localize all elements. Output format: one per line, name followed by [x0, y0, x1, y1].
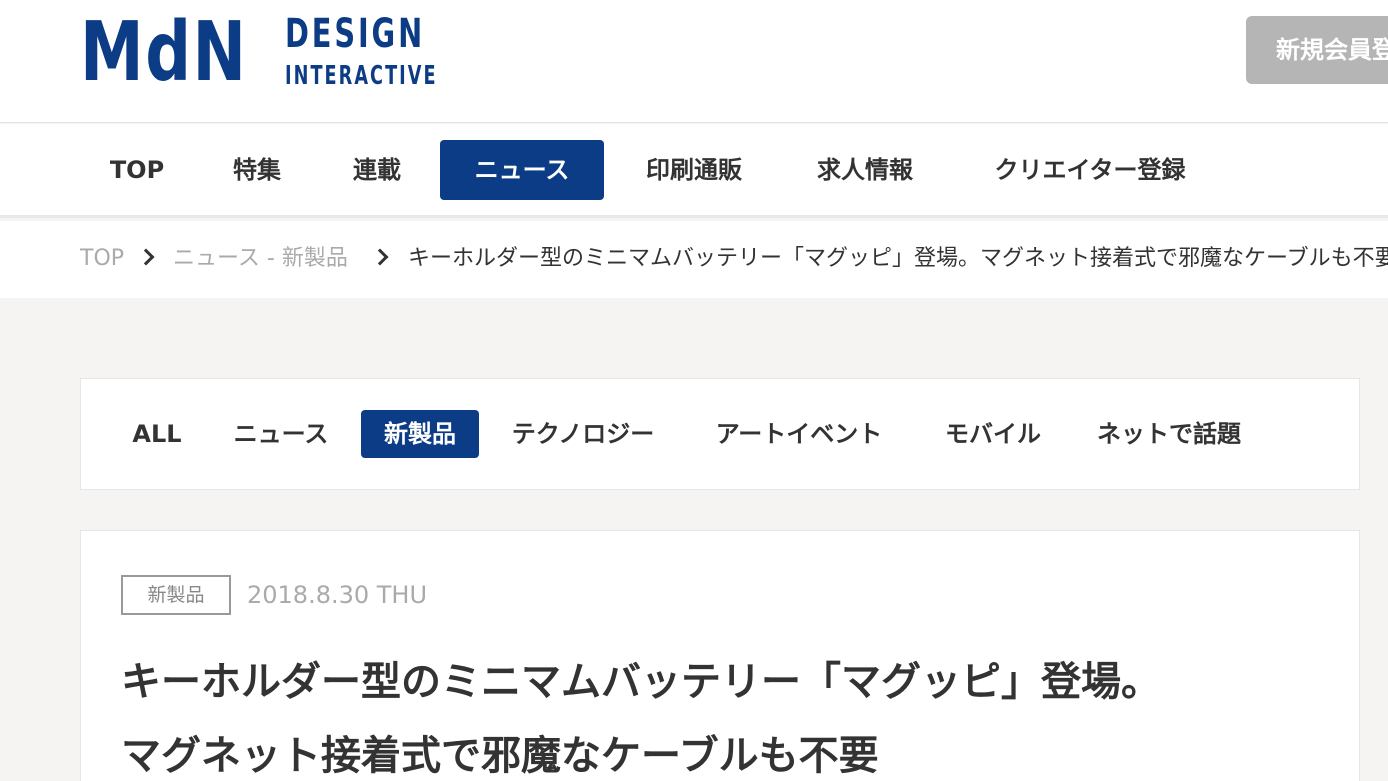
logo-mdn: MdN	[80, 4, 248, 100]
article-date: 2018.8.30 THU	[247, 581, 428, 609]
article-category-tag[interactable]: 新製品	[121, 575, 231, 615]
logo-design: DESIGN	[285, 11, 426, 57]
chevron-right-icon	[371, 248, 389, 266]
category-all[interactable]: ALL	[117, 410, 197, 458]
category-trending[interactable]: ネットで話題	[1081, 410, 1257, 458]
category-art-events[interactable]: アートイベント	[703, 410, 895, 458]
register-button[interactable]: 新規会員登録	[1246, 16, 1388, 84]
nav-item-news[interactable]: ニュース	[440, 140, 604, 200]
site-logo[interactable]: MdN DESIGN INTERACTIVE	[80, 4, 436, 100]
nav-item-creator-register[interactable]: クリエイター登録	[972, 140, 1208, 200]
article-title-line1: キーホルダー型のミニマムバッテリー「マグッピ」登場。	[121, 659, 1161, 705]
category-news[interactable]: ニュース	[221, 410, 341, 458]
global-nav: TOP 特集 連載 ニュース 印刷通販 求人情報 クリエイター登録	[0, 124, 1388, 218]
article-title-line2: マグネット接着式で邪魔なケーブルも不要	[121, 733, 879, 779]
nav-item-top[interactable]: TOP	[80, 140, 194, 200]
breadcrumb-category[interactable]: ニュース - 新製品	[173, 243, 348, 275]
nav-item-jobs[interactable]: 求人情報	[800, 140, 930, 200]
breadcrumb-home[interactable]: TOP	[80, 243, 124, 275]
site-header: MdN DESIGN INTERACTIVE 新規会員登録	[0, 0, 1388, 123]
article-card: 新製品 2018.8.30 THU キーホルダー型のミニマムバッテリー「マグッピ…	[80, 530, 1360, 781]
breadcrumb: TOP ニュース - 新製品 キーホルダー型のミニマムバッテリー「マグッピ」登場…	[0, 221, 1388, 298]
chevron-right-icon	[137, 248, 155, 266]
logo-wordmark: DESIGN INTERACTIVE	[285, 13, 509, 91]
category-mobile[interactable]: モバイル	[931, 410, 1055, 458]
category-filter: ALL ニュース 新製品 テクノロジー アートイベント モバイル ネットで話題	[80, 378, 1360, 490]
category-technology[interactable]: テクノロジー	[499, 410, 667, 458]
article-title: キーホルダー型のミニマムバッテリー「マグッピ」登場。 マグネット接着式で邪魔なケ…	[121, 645, 1341, 781]
breadcrumb-current: キーホルダー型のミニマムバッテリー「マグッピ」登場。マグネット接着式で邪魔なケー…	[408, 246, 1388, 271]
nav-item-series[interactable]: 連載	[326, 140, 428, 200]
logo-interactive: INTERACTIVE	[285, 61, 438, 91]
category-new-products[interactable]: 新製品	[361, 410, 479, 458]
nav-item-print[interactable]: 印刷通販	[628, 140, 760, 200]
nav-item-features[interactable]: 特集	[206, 140, 308, 200]
